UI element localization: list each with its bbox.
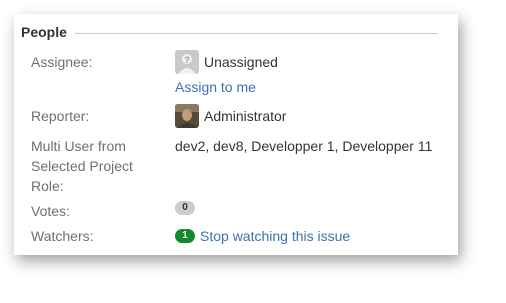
assignee-name: Unassigned [204, 54, 278, 70]
multi-user-label-line-3: Role: [31, 178, 64, 194]
user-avatar [175, 104, 199, 128]
svg-text:?: ? [184, 55, 190, 65]
multi-user-label-line-2: Selected Project [31, 158, 133, 174]
watchers-label: Watchers: [31, 228, 94, 244]
stop-watching-link[interactable]: Stop watching this issue [200, 226, 350, 246]
reporter-label: Reporter: [31, 108, 90, 124]
multi-user-label-line-1: Multi User from [31, 138, 126, 154]
people-panel: People Assignee: ? Unassigned Assign to … [14, 14, 458, 255]
unassigned-user-icon: ? [175, 50, 199, 74]
assignee-label: Assignee: [31, 54, 93, 70]
votes-value: 0 [175, 201, 195, 215]
multi-user-label: Multi User from Selected Project Role: [31, 136, 133, 196]
reporter-name: Administrator [204, 108, 287, 124]
watchers-value: 1 Stop watching this issue [175, 226, 350, 246]
section-title: People [21, 24, 67, 40]
reporter-value: Administrator [175, 104, 286, 128]
section-divider [74, 32, 438, 34]
watchers-count-badge[interactable]: 1 [175, 229, 195, 243]
assignee-value: ? Unassigned [175, 50, 278, 74]
assign-to-me-link[interactable]: Assign to me [175, 77, 256, 97]
votes-label: Votes: [31, 203, 70, 219]
votes-count-badge[interactable]: 0 [175, 201, 195, 215]
multi-user-value: dev2, dev8, Developper 1, Developper 11 [175, 138, 433, 154]
people-section-header: People [21, 22, 438, 42]
